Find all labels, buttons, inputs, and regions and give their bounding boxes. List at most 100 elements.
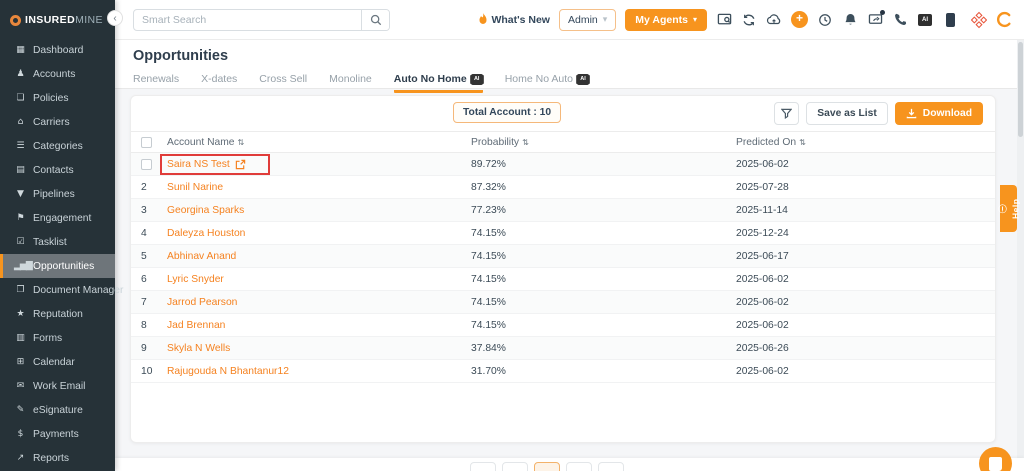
sidebar-item-engagement[interactable]: ⚑ Engagement (0, 206, 115, 230)
table-row-rajugouda-n-bhantanur12[interactable]: 10 Rajugouda N Bhantanur12 31.70% 2025-0… (131, 360, 995, 383)
filter-button[interactable] (774, 102, 799, 125)
account-name-link[interactable]: Abhinav Anand (167, 251, 236, 262)
sidebar-item-payments[interactable]: $ Payments (0, 422, 115, 446)
sidebar-item-icon: ⚑ (14, 213, 26, 223)
sidebar: INSUREDMINE ‹ ▦ Dashboard ♟ Accounts ❏ P… (0, 0, 115, 471)
external-link-icon[interactable] (235, 159, 246, 170)
history-clock-icon[interactable] (817, 12, 833, 28)
table-row-georgina-sparks[interactable]: 3 Georgina Sparks 77.23% 2025-11-14 (131, 199, 995, 222)
sidebar-item-document-manager[interactable]: ❐ Document Manager (0, 278, 115, 302)
column-header-probability[interactable]: Probability⇅ (471, 137, 736, 148)
account-name-link[interactable]: Daleyza Houston (167, 228, 245, 239)
table-row-skyla-n-wells[interactable]: 9 Skyla N Wells 37.84% 2025-06-26 (131, 337, 995, 360)
download-icon (906, 108, 917, 119)
pagination-prev-button[interactable] (502, 462, 528, 471)
chat-bubble-icon (989, 457, 1002, 471)
probability-value: 89.72% (471, 159, 736, 170)
account-name-link[interactable]: Saira NS Test (167, 159, 230, 170)
download-button[interactable]: Download (895, 102, 983, 125)
table-row-jarrod-pearson[interactable]: 7 Jarrod Pearson 74.15% 2025-06-02 (131, 291, 995, 314)
sidebar-item-forms[interactable]: ▥ Forms (0, 326, 115, 350)
brand-logo[interactable]: INSUREDMINE (0, 0, 115, 36)
table-row-lyric-snyder[interactable]: 6 Lyric Snyder 74.15% 2025-06-02 (131, 268, 995, 291)
account-name-link[interactable]: Georgina Sparks (167, 205, 244, 216)
topbar: What's New Admin ▾ My Agents ▾ + (115, 0, 1024, 40)
admin-dropdown[interactable]: Admin ▾ (559, 9, 616, 31)
ai-chip-icon[interactable]: AI (917, 12, 933, 28)
sync-icon[interactable] (741, 12, 757, 28)
sidebar-item-carriers[interactable]: ⌂ Carriers (0, 110, 115, 134)
probability-value: 74.15% (471, 274, 736, 285)
select-all-checkbox[interactable] (141, 137, 152, 148)
sidebar-collapse-button[interactable]: ‹ (107, 10, 123, 26)
account-name-cell: Rajugouda N Bhantanur12 (167, 366, 289, 377)
sidebar-item-label: Calendar (33, 357, 75, 368)
table-row-saira-ns-test[interactable]: Saira NS Test 89.72% 2025-06-02 (131, 153, 995, 176)
smart-search (133, 9, 390, 31)
phone-icon[interactable] (892, 12, 908, 28)
sidebar-item-work-email[interactable]: ✉ Work Email (0, 374, 115, 398)
row-checkbox[interactable] (141, 159, 152, 170)
sidebar-item-reputation[interactable]: ★ Reputation (0, 302, 115, 326)
tab-cross-sell[interactable]: Cross Sell AI (259, 73, 307, 93)
sidebar-item-label: Policies (33, 93, 68, 104)
save-as-list-button[interactable]: Save as List (806, 102, 888, 125)
row-number: 9 (141, 343, 147, 354)
sidebar-item-dashboard[interactable]: ▦ Dashboard (0, 38, 115, 62)
sidebar-item-categories[interactable]: ☰ Categories (0, 134, 115, 158)
chat-widget-button[interactable] (979, 447, 1012, 471)
account-name-link[interactable]: Skyla N Wells (167, 343, 230, 354)
help-tab[interactable]: ⓘ Help (1000, 185, 1017, 232)
tab-monoline[interactable]: Monoline AI (329, 73, 372, 93)
cloud-upload-icon[interactable] (766, 12, 782, 28)
my-agents-button[interactable]: My Agents ▾ (625, 9, 707, 31)
column-header-predicted-on[interactable]: Predicted On⇅ (736, 137, 995, 148)
pagination-next-button[interactable] (566, 462, 592, 471)
partner-logo[interactable] (996, 12, 1012, 28)
pagination-last-button[interactable] (598, 462, 624, 471)
sidebar-item-reports[interactable]: ↗ Reports (0, 446, 115, 470)
sidebar-item-esignature[interactable]: ✎ eSignature (0, 398, 115, 422)
tab-auto-no-home[interactable]: Auto No Home AI (394, 73, 483, 93)
table-toolbar: Total Account : 10 Save as List Download (131, 96, 995, 131)
probability-value: 74.15% (471, 320, 736, 331)
sidebar-item-calendar[interactable]: ⊞ Calendar (0, 350, 115, 374)
notifications-bell-icon[interactable] (842, 12, 858, 28)
account-name-link[interactable]: Rajugouda N Bhantanur12 (167, 366, 289, 377)
table-row-abhinav-anand[interactable]: 5 Abhinav Anand 74.15% 2025-06-17 (131, 245, 995, 268)
sidebar-item-icon: ↗ (14, 453, 26, 463)
table-row-daleyza-houston[interactable]: 4 Daleyza Houston 74.15% 2025-12-24 (131, 222, 995, 245)
table-row-jad-brennan[interactable]: 8 Jad Brennan 74.15% 2025-06-02 (131, 314, 995, 337)
probability-value: 77.23% (471, 205, 736, 216)
search-input[interactable] (134, 14, 361, 26)
account-name-link[interactable]: Lyric Snyder (167, 274, 224, 285)
add-icon[interactable]: + (791, 11, 808, 28)
account-name-link[interactable]: Jad Brennan (167, 320, 225, 331)
scrollbar-thumb[interactable] (1018, 42, 1023, 137)
sidebar-item-tasklist[interactable]: ☑ Tasklist (0, 230, 115, 254)
sidebar-item-opportunities[interactable]: ▂▅▇ Opportunities (0, 254, 115, 278)
opportunities-card: Total Account : 10 Save as List Download… (130, 95, 996, 443)
mobile-device-icon[interactable] (942, 12, 958, 28)
tab-x-dates[interactable]: X-dates AI (201, 73, 237, 93)
search-button[interactable] (361, 10, 389, 30)
table-row-sunil-narine[interactable]: 2 Sunil Narine 87.32% 2025-07-28 (131, 176, 995, 199)
sidebar-item-contacts[interactable]: ▤ Contacts (0, 158, 115, 182)
pagination-current-page[interactable] (534, 462, 560, 471)
screen-search-icon[interactable] (716, 12, 732, 28)
pagination-first-button[interactable] (470, 462, 496, 471)
page-scrollbar[interactable] (1017, 40, 1024, 471)
sidebar-item-label: Engagement (33, 213, 91, 224)
sidebar-item-pipelines[interactable]: ▼ Pipelines (0, 182, 115, 206)
share-screen-icon[interactable] (867, 12, 883, 28)
account-name-link[interactable]: Jarrod Pearson (167, 297, 237, 308)
tab-renewals[interactable]: Renewals AI (133, 73, 179, 93)
account-name-link[interactable]: Sunil Narine (167, 182, 223, 193)
sidebar-item-accounts[interactable]: ♟ Accounts (0, 62, 115, 86)
sidebar-item-policies[interactable]: ❏ Policies (0, 86, 115, 110)
tab-home-no-auto[interactable]: Home No Auto AI (505, 73, 589, 93)
column-header-account-name[interactable]: Account Name⇅ (167, 137, 471, 148)
predicted-on-value: 2025-06-02 (736, 366, 995, 377)
insuredmine-diamond-logo[interactable] (971, 12, 987, 28)
whats-new-link[interactable]: What's New (478, 13, 550, 26)
